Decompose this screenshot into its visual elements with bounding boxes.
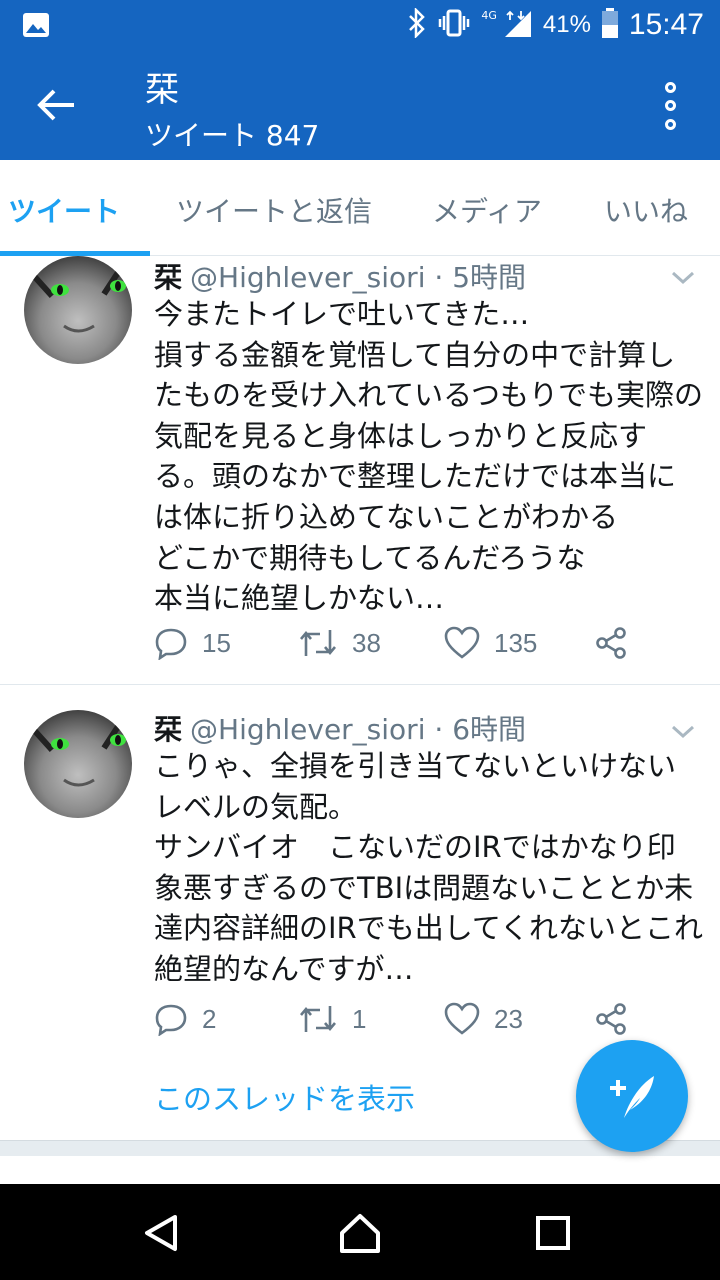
tweet-actions: 2 1 23	[154, 1002, 644, 1042]
reply-icon	[155, 1004, 187, 1036]
show-thread-link[interactable]: このスレッドを表示	[154, 1076, 415, 1118]
reply-count: 2	[202, 1003, 217, 1034]
compose-tweet-button[interactable]	[576, 1040, 688, 1152]
network-type-label: 4G	[481, 8, 497, 22]
system-nav-bar	[0, 1184, 720, 1280]
like-count: 135	[494, 627, 538, 658]
tweet-time: · 6時間	[434, 713, 527, 746]
tweet-time: · 5時間	[434, 261, 527, 294]
nav-back-button[interactable]	[136, 1208, 186, 1258]
retweet-icon	[300, 1006, 336, 1032]
battery-percent: 41%	[542, 11, 591, 38]
retweet-count: 38	[352, 627, 381, 658]
tweet-divider	[0, 684, 720, 685]
overflow-menu-icon[interactable]	[650, 78, 690, 134]
nav-home-button[interactable]	[335, 1208, 385, 1258]
nav-back-icon	[145, 1215, 177, 1251]
chevron-down-icon[interactable]	[668, 262, 698, 292]
status-bar: 4G 41% 15:47	[0, 0, 720, 50]
app-bar: 栞 ツイート 847	[0, 50, 720, 160]
reply-button[interactable]: 2	[154, 1002, 216, 1036]
avatar[interactable]	[24, 256, 132, 364]
tweet-author-name[interactable]: 栞	[154, 261, 182, 294]
tab-likes[interactable]: いいね	[604, 190, 688, 230]
nav-recents-icon	[536, 1216, 570, 1250]
tweet-count: ツイート 847	[145, 119, 320, 152]
share-button[interactable]	[594, 1002, 628, 1036]
like-button[interactable]: 135	[444, 626, 537, 660]
reply-count: 15	[202, 627, 231, 658]
tweet-actions: 15 38 135	[154, 626, 644, 666]
tweet-text: こりゃ、全損を引き当てないといけないレベルの気配。 サンバイオ こないだのIRで…	[154, 749, 703, 986]
battery-icon	[601, 7, 619, 43]
like-count: 23	[494, 1003, 523, 1034]
retweet-count: 1	[352, 1003, 367, 1034]
share-button[interactable]	[594, 626, 628, 660]
tweet-header: 栞 @Highlever_siori · 6時間	[154, 708, 526, 748]
avatar[interactable]	[24, 710, 132, 818]
tweet-text: 今またトイレで吐いてきた… 損する金額を覚悟して自分の中で計算したものを受け入れ…	[154, 297, 703, 616]
reply-icon	[155, 628, 187, 660]
vibrate-icon	[437, 8, 471, 42]
tweet-author-name[interactable]: 栞	[154, 713, 182, 746]
retweet-button[interactable]: 1	[298, 1002, 366, 1036]
share-icon	[596, 1003, 626, 1035]
tweet-header: 栞 @Highlever_siori · 5時間	[154, 256, 526, 296]
back-arrow-icon	[37, 89, 74, 121]
gallery-notification-icon	[22, 12, 50, 42]
compose-tweet-icon	[610, 1076, 654, 1118]
retweet-button[interactable]: 38	[298, 626, 381, 660]
nav-recents-button[interactable]	[528, 1208, 578, 1258]
chevron-down-icon[interactable]	[668, 716, 698, 746]
like-icon	[444, 1002, 480, 1035]
tweet-handle[interactable]: @Highlever_siori	[190, 261, 425, 294]
signal-icon	[501, 7, 533, 43]
like-icon	[444, 626, 480, 659]
retweet-icon	[300, 630, 336, 656]
reply-button[interactable]: 15	[154, 626, 231, 660]
profile-tabs: ツイート ツイートと返信 メディア いいね	[0, 160, 720, 256]
tweet-handle[interactable]: @Highlever_siori	[190, 713, 425, 746]
like-button[interactable]: 23	[444, 1002, 523, 1036]
share-icon	[596, 627, 626, 659]
nav-home-icon	[340, 1214, 380, 1253]
profile-name: 栞	[145, 70, 179, 110]
tab-tweets-and-replies[interactable]: ツイートと返信	[176, 190, 372, 230]
tab-media[interactable]: メディア	[432, 190, 542, 230]
bluetooth-icon	[407, 6, 427, 42]
tab-tweets[interactable]: ツイート	[8, 190, 120, 230]
back-button[interactable]	[26, 80, 86, 130]
clock: 15:47	[628, 8, 704, 41]
